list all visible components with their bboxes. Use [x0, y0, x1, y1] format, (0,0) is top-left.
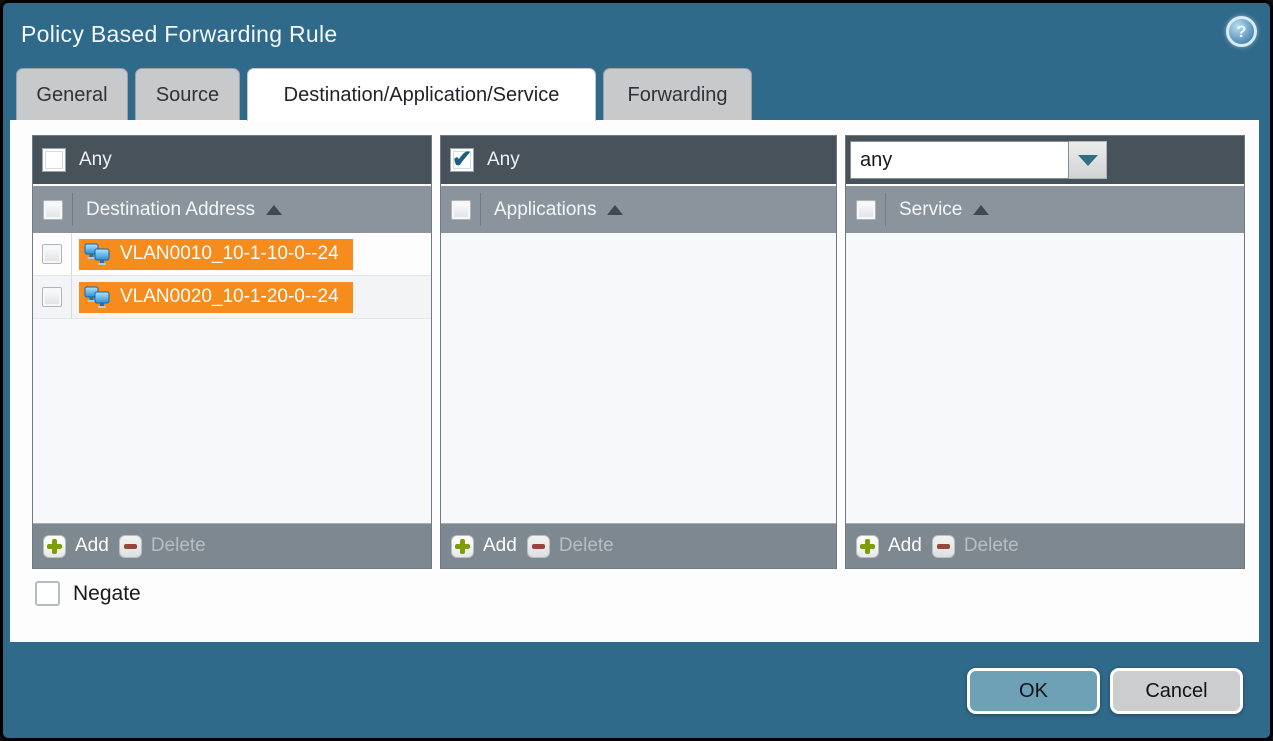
applications-any-label: Any	[487, 149, 520, 171]
applications-panel-footer: Add Delete	[441, 523, 836, 568]
service-select-all-checkbox[interactable]	[856, 200, 876, 220]
service-column-header: Service	[846, 184, 1244, 233]
chevron-down-icon	[1078, 155, 1098, 166]
network-hosts-icon	[84, 242, 111, 267]
title-bar: Policy Based Forwarding Rule ?	[3, 3, 1270, 65]
sort-asc-icon[interactable]	[266, 205, 282, 215]
tab-general[interactable]: General	[16, 68, 128, 121]
applications-column-header: Applications	[441, 184, 836, 233]
destination-address-panel: Any Destination Address	[32, 135, 432, 569]
applications-list	[441, 233, 836, 523]
table-row: VLAN0020_10-1-20-0--24	[33, 276, 431, 319]
tab-source[interactable]: Source	[135, 68, 240, 121]
add-button[interactable]: Add	[856, 535, 922, 558]
delete-button[interactable]: Delete	[932, 535, 1019, 558]
ok-button[interactable]: OK	[967, 668, 1100, 714]
plus-icon	[43, 535, 66, 558]
tab-content: Any Destination Address	[10, 120, 1259, 642]
list-item[interactable]: VLAN0010_10-1-10-0--24	[79, 239, 353, 270]
tab-destination-application-service[interactable]: Destination/Application/Service	[247, 68, 596, 121]
network-hosts-icon	[84, 285, 111, 310]
destination-select-all-checkbox[interactable]	[43, 200, 63, 220]
service-list	[846, 233, 1244, 523]
plus-icon	[856, 535, 879, 558]
minus-icon	[119, 535, 142, 558]
service-dropdown-value[interactable]: any	[850, 141, 1069, 179]
add-button[interactable]: Add	[43, 535, 109, 558]
help-icon[interactable]: ?	[1226, 16, 1257, 47]
service-dropdown-button[interactable]	[1069, 141, 1107, 179]
negate-label: Negate	[73, 582, 141, 606]
destination-any-label: Any	[79, 149, 112, 171]
service-header-label[interactable]: Service	[886, 199, 962, 221]
list-item[interactable]: VLAN0020_10-1-20-0--24	[79, 282, 353, 313]
destination-any-checkbox[interactable]	[42, 148, 66, 172]
address-object-label: VLAN0010_10-1-10-0--24	[120, 243, 339, 265]
destination-list: VLAN0010_10-1-10-0--24	[33, 233, 431, 523]
applications-header-label[interactable]: Applications	[481, 199, 596, 221]
row-checkbox[interactable]	[42, 244, 62, 264]
negate-row: Negate	[35, 581, 141, 606]
destination-header-label[interactable]: Destination Address	[73, 199, 255, 221]
minus-icon	[932, 535, 955, 558]
destination-any-row: Any	[33, 136, 431, 184]
negate-checkbox[interactable]	[35, 581, 60, 606]
tab-bar: General Source Destination/Application/S…	[16, 68, 752, 121]
dialog-title: Policy Based Forwarding Rule	[21, 21, 338, 48]
minus-icon	[527, 535, 550, 558]
destination-column-header: Destination Address	[33, 184, 431, 233]
applications-select-all-checkbox[interactable]	[451, 200, 471, 220]
service-dropdown: any	[850, 141, 1107, 179]
address-object-label: VLAN0020_10-1-20-0--24	[120, 286, 339, 308]
plus-icon	[451, 535, 474, 558]
service-panel-footer: Add Delete	[846, 523, 1244, 568]
applications-any-checkbox[interactable]: ✔	[450, 148, 474, 172]
table-row: VLAN0010_10-1-10-0--24	[33, 233, 431, 276]
row-checkbox[interactable]	[42, 287, 62, 307]
cancel-button[interactable]: Cancel	[1110, 668, 1243, 714]
delete-button[interactable]: Delete	[527, 535, 614, 558]
add-button[interactable]: Add	[451, 535, 517, 558]
pbf-rule-dialog: Policy Based Forwarding Rule ? General S…	[0, 0, 1273, 741]
destination-panel-footer: Add Delete	[33, 523, 431, 568]
sort-asc-icon[interactable]	[973, 205, 989, 215]
sort-asc-icon[interactable]	[607, 205, 623, 215]
service-panel: any Service Add D	[845, 135, 1245, 569]
delete-button[interactable]: Delete	[119, 535, 206, 558]
applications-any-row: ✔ Any	[441, 136, 836, 184]
service-any-row: any	[846, 136, 1244, 184]
tab-forwarding[interactable]: Forwarding	[603, 68, 752, 121]
applications-panel: ✔ Any Applications Add Delete	[440, 135, 837, 569]
